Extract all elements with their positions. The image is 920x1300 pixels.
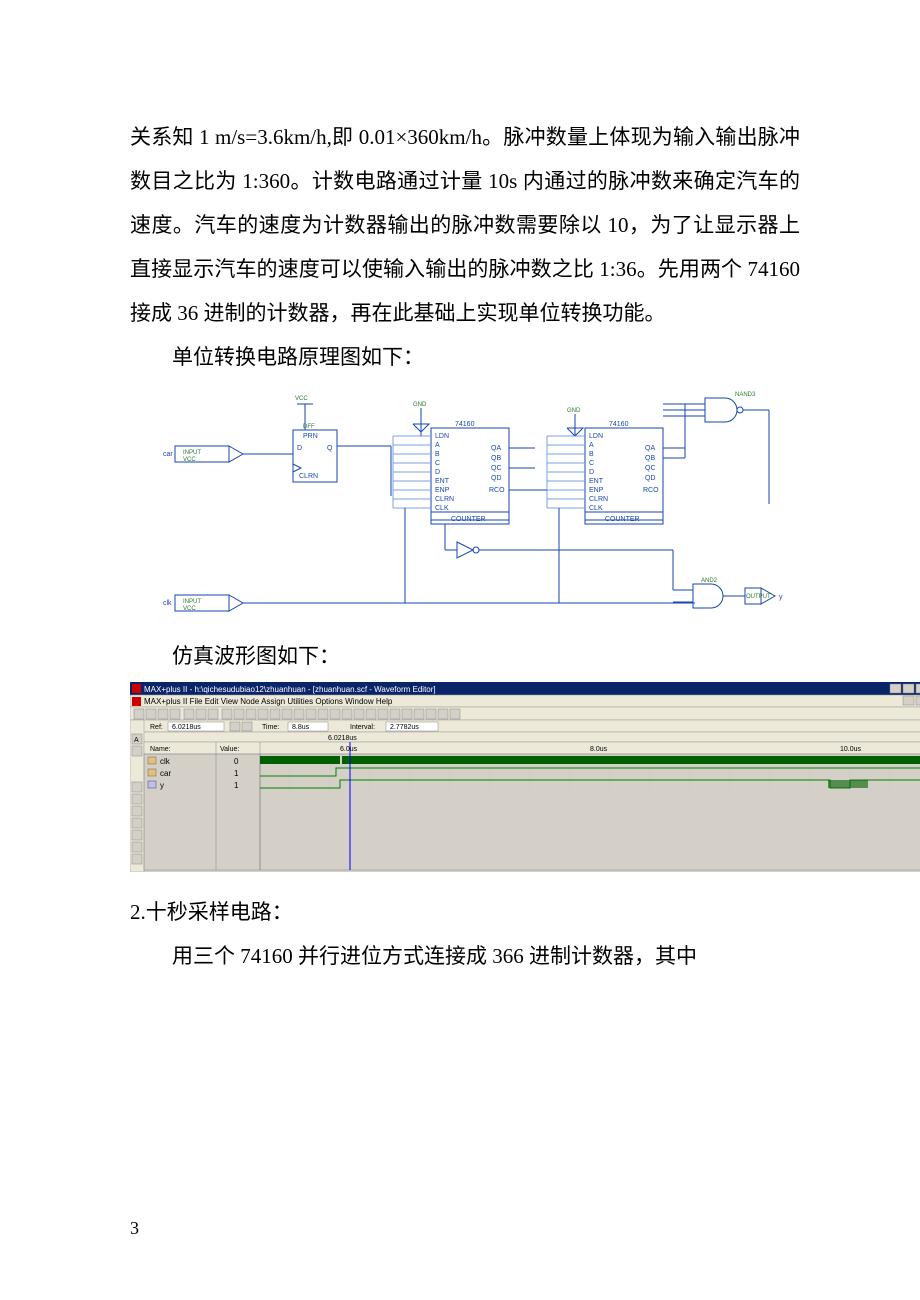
- chip2-74160: 74160 LDN A B C D ENT ENP CLRN CLK QA QB…: [547, 421, 663, 524]
- svg-text:QC: QC: [491, 465, 502, 472]
- svg-text:clk: clk: [160, 757, 171, 766]
- svg-text:A: A: [589, 442, 594, 449]
- svg-text:QB: QB: [645, 455, 655, 462]
- paragraph-2: 单位转换电路原理图如下：: [130, 335, 800, 379]
- input-car-label: car: [163, 451, 173, 458]
- svg-text:CLRN: CLRN: [435, 496, 454, 503]
- svg-text:y: y: [779, 594, 783, 601]
- svg-text:8.8us: 8.8us: [292, 724, 310, 731]
- paragraph-4: 用三个 74160 并行进位方式连接成 366 进制计数器，其中: [130, 934, 800, 978]
- vcc-rail-label: VCC: [295, 396, 308, 402]
- circuit-schematic-figure: .w{stroke:#1746b3;stroke-width:1;fill:no…: [130, 384, 800, 628]
- svg-text:LDN: LDN: [435, 433, 449, 440]
- svg-text:CLRN: CLRN: [299, 473, 318, 480]
- svg-text:Name:: Name:: [150, 746, 171, 753]
- svg-text:D: D: [297, 445, 302, 452]
- svg-text:1: 1: [234, 781, 239, 790]
- svg-text:MAX+plus II File Edit View: MAX+plus II File Edit View Node Assign U…: [144, 697, 393, 706]
- svg-text:Interval:: Interval:: [350, 724, 375, 731]
- gnd2-label: GND: [567, 408, 581, 414]
- page-number: 3: [130, 1210, 139, 1248]
- svg-text:A: A: [435, 442, 440, 449]
- svg-text:D: D: [435, 469, 440, 476]
- svg-text:10.0us: 10.0us: [840, 746, 862, 753]
- svg-text:74160: 74160: [455, 421, 475, 428]
- svg-text:RCO: RCO: [489, 487, 505, 494]
- output-y: OUTPUT y: [745, 588, 783, 604]
- svg-text:QC: QC: [645, 465, 656, 472]
- svg-text:car: car: [160, 769, 171, 778]
- svg-text:1: 1: [234, 769, 239, 778]
- svg-text:ENP: ENP: [589, 487, 604, 494]
- svg-text:QA: QA: [645, 445, 655, 452]
- svg-text:B: B: [589, 451, 594, 458]
- gnd1-label: GND: [413, 402, 427, 408]
- svg-text:Time:: Time:: [262, 724, 279, 731]
- svg-text:Value:: Value:: [220, 746, 239, 753]
- svg-text:Q: Q: [327, 445, 333, 452]
- svg-text:D: D: [589, 469, 594, 476]
- nand3-gate: NAND3: [663, 392, 769, 504]
- svg-text:NAND3: NAND3: [735, 392, 756, 398]
- svg-text:LDN: LDN: [589, 433, 603, 440]
- paragraph-1: 关系知 1 m/s=3.6km/h,即 0.01×360km/h。脉冲数量上体现…: [130, 115, 800, 335]
- svg-text:0: 0: [234, 757, 239, 766]
- input-clk-label: clk: [163, 600, 172, 607]
- svg-text:A: A: [134, 737, 139, 744]
- wave-app-title: MAX+plus II - h:\qichesudubiao12\zhuanhu…: [144, 685, 436, 694]
- and2-gate: AND2: [495, 550, 745, 608]
- svg-text:Ref:: Ref:: [150, 724, 163, 731]
- not-gate: [445, 524, 495, 558]
- svg-text:CLK: CLK: [589, 505, 603, 512]
- svg-text:CLRN: CLRN: [589, 496, 608, 503]
- svg-text:ENT: ENT: [589, 478, 604, 485]
- svg-text:C: C: [435, 460, 440, 467]
- waveform-editor-figure: .tb{fill:#ece9d8;stroke:#999;stroke-widt…: [130, 682, 800, 872]
- waveform-editor-svg: .tb{fill:#ece9d8;stroke:#999;stroke-widt…: [130, 682, 920, 872]
- svg-text:ENT: ENT: [435, 478, 450, 485]
- svg-text:2.7782us: 2.7782us: [390, 724, 419, 731]
- svg-text:PRN: PRN: [303, 433, 318, 440]
- svg-text:y: y: [160, 781, 164, 790]
- paragraph-3: 仿真波形图如下：: [130, 634, 800, 678]
- svg-text:6.0218us: 6.0218us: [172, 724, 201, 731]
- svg-text:QD: QD: [491, 475, 502, 482]
- svg-text:QD: QD: [645, 475, 656, 482]
- dff-block: DFF PRN D Q CLRN: [293, 424, 391, 496]
- svg-text:CLK: CLK: [435, 505, 449, 512]
- svg-text:6.0us: 6.0us: [340, 746, 358, 753]
- svg-text:74160: 74160: [609, 421, 629, 428]
- svg-text:B: B: [435, 451, 440, 458]
- svg-text:COUNTER: COUNTER: [451, 516, 486, 523]
- svg-text:QA: QA: [491, 445, 501, 452]
- svg-text:6.0218us: 6.0218us: [328, 735, 357, 742]
- svg-text:8.0us: 8.0us: [590, 746, 608, 753]
- svg-text:COUNTER: COUNTER: [605, 516, 640, 523]
- svg-text:C: C: [589, 460, 594, 467]
- input-car-rail: VCC: [183, 457, 196, 463]
- circuit-schematic-svg: .w{stroke:#1746b3;stroke-width:1;fill:no…: [145, 384, 785, 628]
- dff-type: DFF: [303, 424, 315, 430]
- svg-text:QB: QB: [491, 455, 501, 462]
- svg-text:AND2: AND2: [701, 578, 718, 584]
- svg-text:RCO: RCO: [643, 487, 659, 494]
- svg-text:ENP: ENP: [435, 487, 450, 494]
- svg-text:OUTPUT: OUTPUT: [746, 594, 771, 600]
- input-car-buf: INPUT: [183, 450, 201, 456]
- section-heading-2: 2.十秒采样电路：: [130, 890, 800, 934]
- chip1-74160: 74160 LDN A B C D ENT ENP CLRN CLK QA QB…: [393, 421, 509, 524]
- input-clk-buf: INPUT: [183, 599, 201, 605]
- input-clk-rail: VCC: [183, 606, 196, 612]
